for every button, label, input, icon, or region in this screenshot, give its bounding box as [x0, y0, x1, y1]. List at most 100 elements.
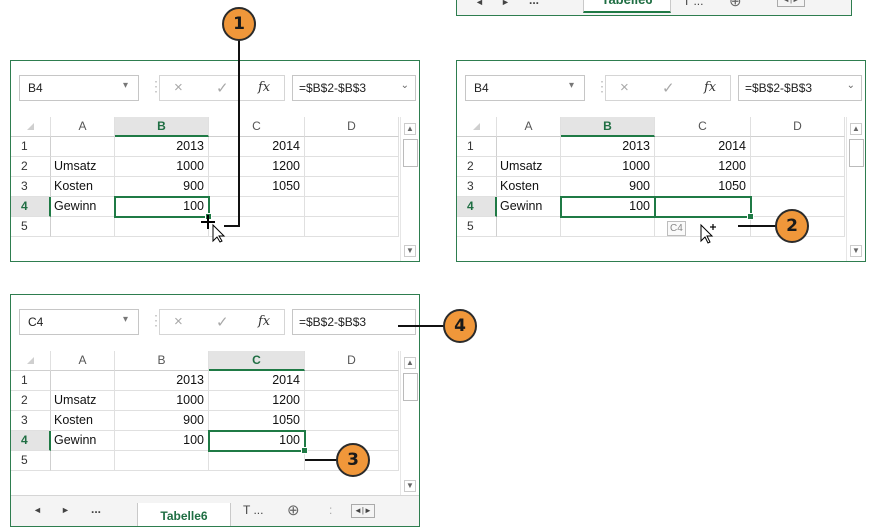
cell-a5[interactable] [497, 217, 561, 237]
cell-b5[interactable] [115, 451, 209, 471]
cell-a2[interactable]: Umsatz [497, 157, 561, 177]
fill-handle[interactable] [747, 213, 754, 220]
cell-c3[interactable]: 1050 [655, 177, 751, 197]
formula-input[interactable]: =$B$2-$B$3 ⌄ [738, 75, 862, 101]
add-sheet-icon[interactable]: ⊕ [287, 501, 300, 519]
scroll-thumb[interactable] [849, 139, 864, 167]
row-header[interactable]: 5 [11, 217, 51, 237]
cell-d1[interactable] [305, 371, 399, 391]
fill-handle[interactable] [301, 447, 308, 454]
cell-b2[interactable]: 1000 [115, 157, 209, 177]
cell-b2[interactable]: 1000 [561, 157, 655, 177]
enter-icon[interactable]: ✓ [216, 79, 229, 97]
cell-c1[interactable]: 2014 [655, 137, 751, 157]
row-header[interactable]: 2 [457, 157, 497, 177]
scroll-thumb[interactable] [403, 373, 418, 401]
cell-c2[interactable]: 1200 [209, 157, 305, 177]
cell-a3[interactable]: Kosten [51, 411, 115, 431]
column-header-a[interactable]: A [51, 351, 115, 371]
tab-active[interactable]: Tabelle6 [583, 0, 671, 13]
column-header-b[interactable]: B [115, 351, 209, 371]
cell-c1[interactable]: 2014 [209, 137, 305, 157]
column-header-d[interactable]: D [305, 351, 399, 371]
cell-a2[interactable]: Umsatz [51, 391, 115, 411]
column-header-d[interactable]: D [751, 117, 845, 137]
enter-icon[interactable]: ✓ [662, 79, 675, 97]
name-box[interactable]: B4 ▾ [19, 75, 139, 101]
cell-d3[interactable] [305, 411, 399, 431]
tab-next[interactable]: T ... [683, 0, 703, 8]
scroll-up-icon[interactable]: ▲ [850, 123, 862, 135]
cell-d3[interactable] [751, 177, 845, 197]
cell-d4[interactable] [305, 197, 399, 217]
add-sheet-icon[interactable]: ⊕ [729, 0, 742, 10]
chevron-down-icon[interactable]: ▾ [123, 314, 128, 325]
scroll-down-icon[interactable]: ▼ [404, 480, 416, 492]
cell-a4[interactable]: Gewinn [51, 197, 115, 217]
column-header-a[interactable]: A [497, 117, 561, 137]
cell-b1[interactable]: 2013 [115, 371, 209, 391]
cell-a3[interactable]: Kosten [51, 177, 115, 197]
cell-a1[interactable] [51, 137, 115, 157]
column-header-a[interactable]: A [51, 117, 115, 137]
tab-next[interactable]: T ... [243, 503, 263, 517]
cell-c3[interactable]: 1050 [209, 411, 305, 431]
scroll-down-icon[interactable]: ▼ [850, 245, 862, 257]
cell-c2[interactable]: 1200 [209, 391, 305, 411]
row-header[interactable]: 4 [11, 197, 51, 217]
scroll-up-icon[interactable]: ▲ [404, 123, 416, 135]
cell-b3[interactable]: 900 [115, 411, 209, 431]
vertical-scrollbar[interactable]: ▲ ▼ [846, 117, 865, 261]
tab-scroll-icon[interactable]: ◄|► [777, 0, 805, 7]
cancel-icon[interactable]: × [174, 79, 183, 96]
column-header-d[interactable]: D [305, 117, 399, 137]
vertical-scrollbar[interactable]: ▲ ▼ [400, 117, 419, 261]
row-header[interactable]: 3 [11, 411, 51, 431]
tab-scroll-left-icon[interactable]: ◄ [475, 0, 484, 7]
formula-input[interactable]: =$B$2-$B$3 [292, 309, 416, 335]
cell-a2[interactable]: Umsatz [51, 157, 115, 177]
chevron-down-icon[interactable]: ⌄ [847, 80, 855, 91]
row-header[interactable]: 3 [11, 177, 51, 197]
cell-c1[interactable]: 2014 [209, 371, 305, 391]
cell-b5[interactable] [115, 217, 209, 237]
insert-function-icon[interactable]: fx [258, 314, 270, 329]
column-header-c[interactable]: C [209, 351, 305, 371]
cell-b4[interactable]: 100 [115, 431, 209, 451]
chevron-down-icon[interactable]: ▾ [123, 80, 128, 91]
insert-function-icon[interactable]: fx [704, 80, 716, 95]
cell-c2[interactable]: 1200 [655, 157, 751, 177]
cell-a1[interactable] [497, 137, 561, 157]
chevron-down-icon[interactable]: ⌄ [401, 80, 409, 91]
scroll-down-icon[interactable]: ▼ [404, 245, 416, 257]
column-header-b[interactable]: B [115, 117, 209, 137]
cancel-icon[interactable]: × [620, 79, 629, 96]
row-header[interactable]: 5 [457, 217, 497, 237]
scroll-thumb[interactable] [403, 139, 418, 167]
cell-d1[interactable] [751, 137, 845, 157]
select-all-corner[interactable] [11, 351, 51, 371]
insert-function-icon[interactable]: fx [258, 80, 270, 95]
cell-b2[interactable]: 1000 [115, 391, 209, 411]
tab-scroll-left-icon[interactable]: ◄ [33, 505, 42, 515]
cell-a1[interactable] [51, 371, 115, 391]
tab-scroll-icon[interactable]: ◄|► [351, 504, 375, 518]
tab-ellipsis[interactable]: ... [91, 502, 101, 516]
cell-b5[interactable] [561, 217, 655, 237]
column-header-c[interactable]: C [209, 117, 305, 137]
cell-c3[interactable]: 1050 [209, 177, 305, 197]
name-box[interactable]: B4 ▾ [465, 75, 585, 101]
row-header[interactable]: 4 [11, 431, 51, 451]
cell-d2[interactable] [305, 391, 399, 411]
cell-d1[interactable] [305, 137, 399, 157]
cell-b3[interactable]: 900 [115, 177, 209, 197]
chevron-down-icon[interactable]: ▾ [569, 80, 574, 91]
formula-input[interactable]: =$B$2-$B$3 ⌄ [292, 75, 416, 101]
select-all-corner[interactable] [11, 117, 51, 137]
row-header[interactable]: 5 [11, 451, 51, 471]
row-header[interactable]: 1 [457, 137, 497, 157]
row-header[interactable]: 1 [11, 137, 51, 157]
cell-a4[interactable]: Gewinn [497, 197, 561, 217]
enter-icon[interactable]: ✓ [216, 313, 229, 331]
row-header[interactable]: 4 [457, 197, 497, 217]
